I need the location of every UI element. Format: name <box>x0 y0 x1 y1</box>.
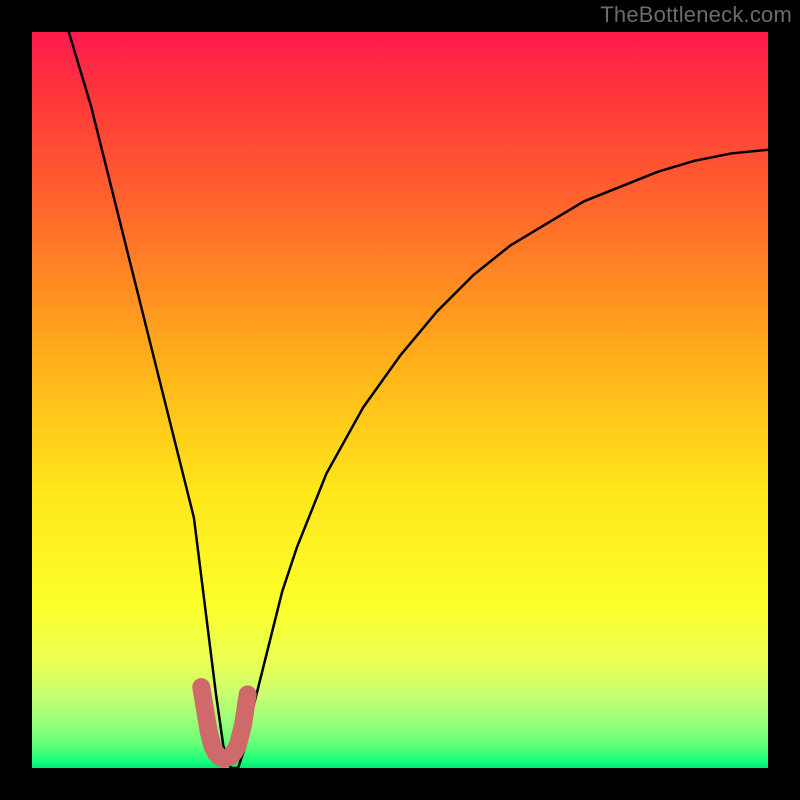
chart-svg <box>32 32 768 768</box>
bottleneck-curve <box>69 32 768 768</box>
outer-frame: TheBottleneck.com <box>0 0 800 800</box>
watermark-text: TheBottleneck.com <box>600 2 792 28</box>
plot-area <box>32 32 768 768</box>
